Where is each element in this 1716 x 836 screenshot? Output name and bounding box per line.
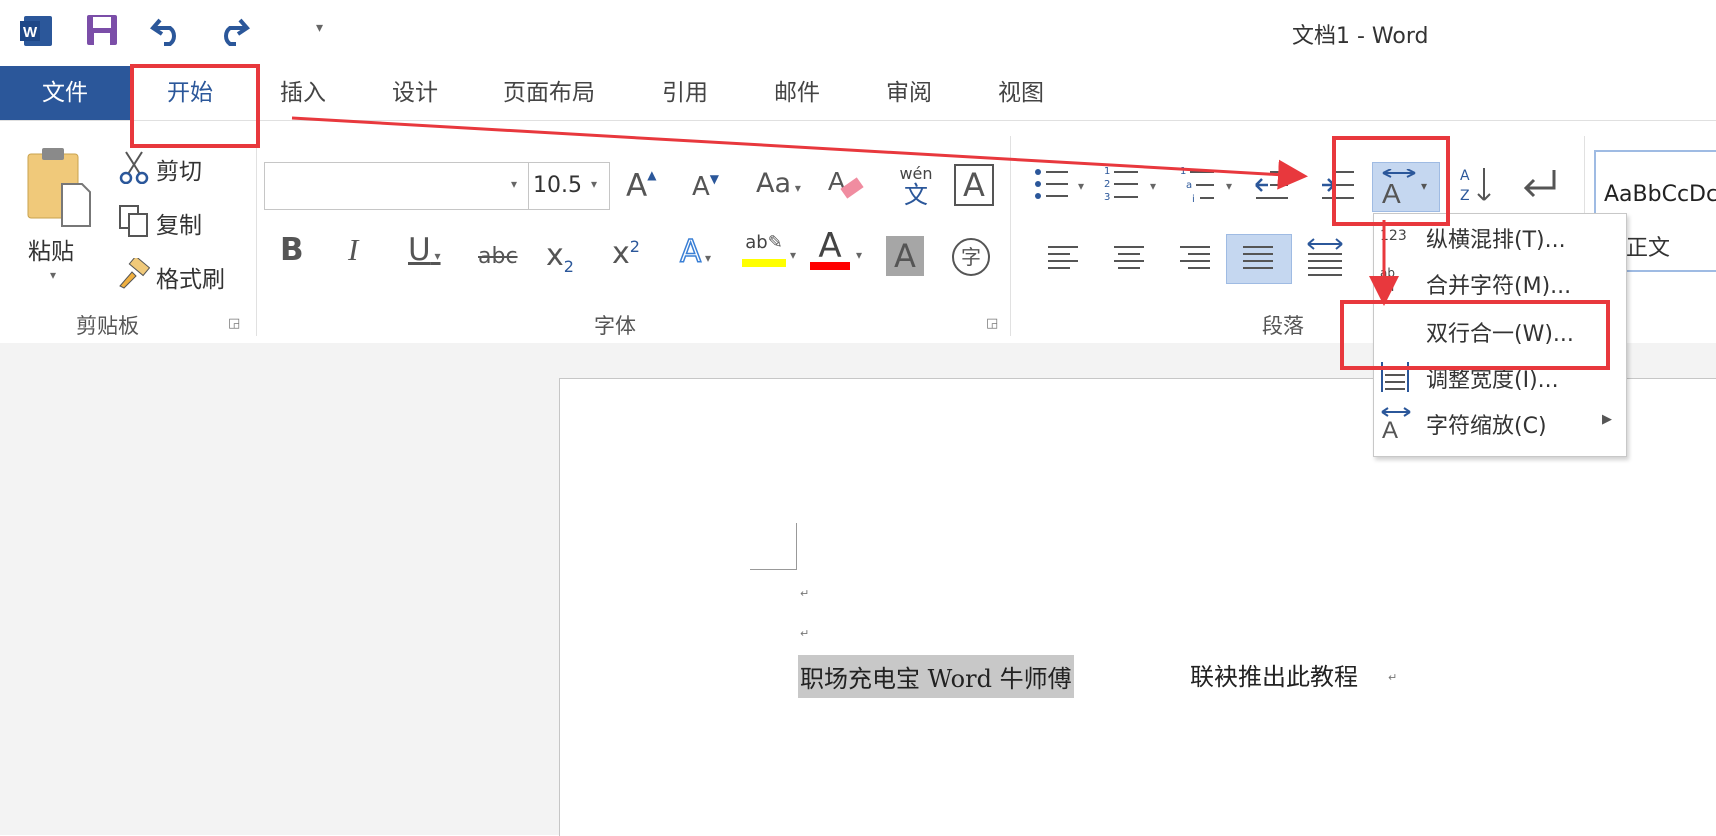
svg-text:A: A	[1460, 168, 1470, 184]
decrease-indent-icon[interactable]	[1254, 168, 1290, 202]
multilevel-list-icon[interactable]: 1 a i ▾	[1180, 164, 1242, 206]
paste-icon[interactable]	[24, 146, 94, 228]
font-color-dropdown-icon[interactable]: ▾	[856, 248, 862, 262]
cut-button[interactable]: 剪切	[156, 152, 202, 186]
character-scaling-icon: A	[1381, 407, 1411, 440]
format-painter-icon[interactable]	[116, 258, 150, 290]
svg-text:W: W	[23, 24, 38, 41]
tab-mailings[interactable]: 邮件	[762, 66, 832, 120]
paste-label[interactable]: 粘贴	[28, 232, 74, 266]
svg-text:3: 3	[1104, 192, 1110, 203]
underline-button[interactable]: U ▾	[408, 232, 441, 268]
group-separator	[256, 136, 257, 336]
bullets-icon[interactable]: ▾	[1034, 166, 1094, 206]
format-painter-button[interactable]: 格式刷	[156, 260, 225, 294]
tab-references[interactable]: 引用	[650, 66, 720, 120]
quick-access-toolbar: W ▾ 文档1 - Word	[0, 0, 1716, 66]
svg-text:1: 1	[1104, 166, 1110, 177]
document-text[interactable]: 联袂推出此教程	[1190, 657, 1358, 692]
numbering-icon[interactable]: 1 2 3 ▾	[1104, 164, 1166, 206]
highlight-dropdown-icon[interactable]: ▾	[790, 248, 796, 262]
tab-review[interactable]: 审阅	[874, 66, 944, 120]
svg-text:i: i	[1192, 194, 1195, 205]
paste-dropdown-icon[interactable]: ▾	[50, 268, 56, 282]
justify-button[interactable]	[1226, 234, 1292, 284]
clipboard-launcher-icon[interactable]: ◲	[228, 316, 240, 331]
phonetic-guide-icon[interactable]: wén 文	[894, 164, 938, 207]
selected-text[interactable]: 职场充电宝 Word 牛师傅	[798, 655, 1074, 698]
group-separator	[1010, 136, 1011, 336]
change-case-button[interactable]: Aa ▾	[756, 168, 801, 199]
annotation-box-home-tab	[130, 64, 260, 148]
superscript-button[interactable]: x2	[612, 236, 640, 271]
word-logo-icon: W	[20, 16, 52, 46]
font-size-dropdown-icon[interactable]: ▾	[591, 177, 597, 191]
clipboard-group-label: 剪贴板	[76, 314, 139, 338]
svg-text:▾: ▾	[1150, 179, 1156, 193]
save-icon[interactable]	[86, 14, 118, 46]
grow-font-icon[interactable]: A▲	[626, 168, 656, 204]
page-margin-marker	[750, 523, 797, 570]
italic-button[interactable]: I	[348, 232, 358, 268]
font-group-label: 字体	[594, 314, 636, 338]
enclose-characters-button[interactable]: 字	[952, 238, 990, 276]
font-size-box[interactable]: 10.5 ▾	[528, 162, 610, 210]
paragraph-mark: ↵	[800, 587, 810, 600]
align-right-icon[interactable]	[1178, 244, 1212, 274]
tab-view[interactable]: 视图	[986, 66, 1056, 120]
shrink-font-icon[interactable]: A▼	[692, 172, 719, 202]
strikethrough-button[interactable]: abc	[478, 244, 518, 269]
bold-button[interactable]: B	[280, 232, 304, 268]
svg-text:▾: ▾	[1078, 179, 1084, 193]
distributed-align-icon[interactable]	[1306, 238, 1344, 278]
annotation-box-asian-layout	[1332, 136, 1450, 226]
svg-text:a: a	[1186, 180, 1192, 191]
paragraph-mark: ↵	[1388, 671, 1398, 684]
sort-icon[interactable]: A Z	[1460, 164, 1494, 206]
subscript-button[interactable]: x2	[546, 238, 574, 276]
character-border-icon[interactable]: A	[954, 164, 994, 206]
tab-design[interactable]: 设计	[380, 66, 450, 120]
cut-icon[interactable]	[118, 150, 150, 184]
clear-formatting-icon[interactable]: A	[826, 164, 866, 204]
font-launcher-icon[interactable]: ◲	[986, 316, 998, 331]
font-name-dropdown-icon[interactable]: ▾	[511, 177, 517, 191]
tab-file[interactable]: 文件	[0, 66, 130, 120]
annotation-box-two-lines-in-one	[1340, 300, 1610, 370]
submenu-arrow-icon: ▶	[1602, 412, 1612, 427]
text-effects-icon[interactable]: A ▾	[679, 233, 711, 271]
customize-qat-arrow[interactable]: ▾	[316, 20, 323, 36]
font-color-icon[interactable]: A	[810, 228, 850, 270]
svg-text:▾: ▾	[1226, 179, 1232, 193]
align-center-icon[interactable]	[1112, 244, 1146, 274]
copy-button[interactable]: 复制	[156, 206, 202, 240]
window-title: 文档1 - Word	[1292, 24, 1429, 49]
menu-item-character-scaling[interactable]: A 字符缩放(C) ▶	[1374, 400, 1626, 446]
tab-insert[interactable]: 插入	[268, 66, 338, 120]
show-formatting-marks-icon[interactable]	[1520, 166, 1560, 204]
redo-icon[interactable]	[214, 14, 250, 46]
copy-icon[interactable]	[118, 204, 150, 238]
undo-icon[interactable]	[150, 14, 186, 46]
svg-text:1: 1	[1180, 166, 1186, 177]
align-left-icon[interactable]	[1046, 244, 1080, 274]
combine-characters-icon: ab cd	[1380, 266, 1395, 294]
text-highlight-color-icon[interactable]: ab✎	[742, 232, 786, 267]
svg-text:2: 2	[1104, 179, 1110, 190]
tab-page-layout[interactable]: 页面布局	[494, 66, 604, 120]
character-shading-icon[interactable]: A	[886, 236, 924, 276]
paragraph-group-label: 段落	[1262, 314, 1304, 338]
svg-text:Z: Z	[1460, 188, 1470, 204]
paragraph-mark: ↵	[800, 627, 810, 640]
svg-text:A: A	[1382, 417, 1398, 440]
horizontal-in-vertical-icon: 123	[1380, 228, 1407, 244]
justify-icon	[1243, 246, 1273, 269]
font-name-box[interactable]: ▾	[264, 162, 530, 210]
